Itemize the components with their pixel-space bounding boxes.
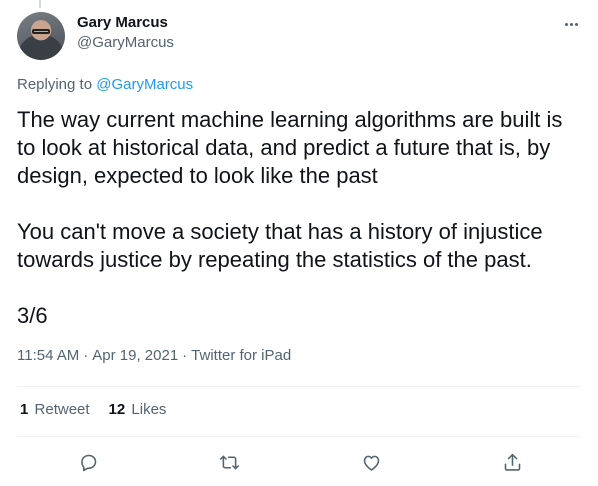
- avatar-glasses: [32, 29, 50, 34]
- more-dot: [574, 22, 578, 26]
- separator: ·: [182, 347, 188, 364]
- separator: ·: [83, 347, 89, 364]
- author-handle[interactable]: @GaryMarcus: [77, 34, 174, 51]
- likes-label: Likes: [131, 401, 167, 418]
- tweet-metadata: 11:54 AM · Apr 19, 2021 · Twitter for iPad: [17, 347, 291, 364]
- divider: [17, 436, 581, 437]
- tweet-time[interactable]: 11:54 AM: [17, 347, 79, 364]
- replying-to-label: Replying to: [17, 76, 93, 93]
- share-button[interactable]: [499, 449, 525, 475]
- avatar[interactable]: [17, 12, 65, 60]
- reply-icon: [80, 454, 96, 471]
- more-dot: [569, 22, 573, 26]
- action-bar: [17, 449, 581, 477]
- replying-to-handle-link[interactable]: @GaryMarcus: [96, 76, 193, 93]
- retweet-button[interactable]: [216, 449, 242, 475]
- retweet-icon: [219, 455, 239, 469]
- retweets-label: Retweet: [34, 401, 90, 418]
- like-button[interactable]: [358, 449, 384, 475]
- likes-stat[interactable]: 12 Likes: [109, 401, 167, 418]
- retweets-count: 1: [20, 401, 29, 418]
- tweet-text: The way current machine learning algorit…: [17, 107, 563, 328]
- retweets-stat[interactable]: 1 Retweet: [20, 401, 90, 418]
- thread-connector-line: [39, 0, 41, 8]
- tweet-date[interactable]: Apr 19, 2021: [92, 347, 178, 364]
- more-dot: [564, 22, 568, 26]
- likes-count: 12: [108, 401, 126, 418]
- engagement-stats: 1 Retweet 12 Likes: [20, 401, 166, 418]
- divider: [17, 386, 581, 387]
- more-icon[interactable]: [561, 16, 581, 32]
- replying-to: Replying to @GaryMarcus: [17, 76, 193, 93]
- share-icon: [504, 453, 520, 471]
- author-name[interactable]: Gary Marcus: [77, 14, 168, 31]
- reply-button[interactable]: [75, 449, 101, 475]
- heart-icon: [363, 455, 379, 471]
- tweet-source[interactable]: Twitter for iPad: [191, 347, 291, 364]
